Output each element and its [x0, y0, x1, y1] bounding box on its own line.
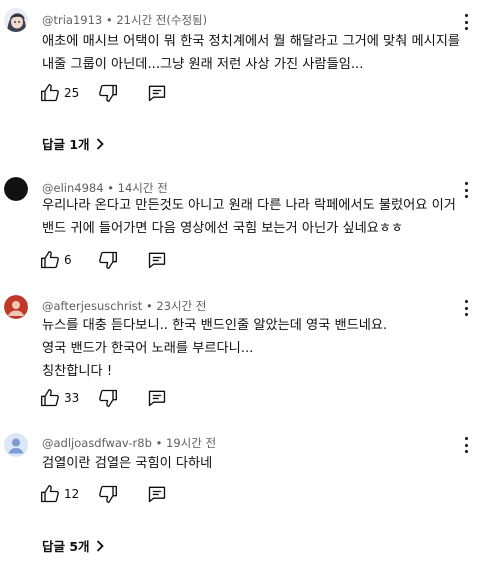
comment-text: 우리나라 온다고 만든것도 아니고 원래 다른 나라 락페에서도 불렀어요 이거…: [42, 198, 456, 236]
black-circle-avatar-icon: [4, 177, 28, 201]
comment-meta: @adljoasdfwav-r8b • 19시간 전: [42, 435, 216, 451]
dislike-button[interactable]: [98, 83, 118, 103]
meta-separator: •: [155, 436, 167, 450]
comment-meta: @afterjesuschrist • 23시간 전: [42, 298, 206, 314]
more-options-icon[interactable]: [460, 14, 472, 30]
comment-meta: @tria1913 • 21시간 전(수정됨): [42, 12, 207, 28]
meta-separator: •: [105, 13, 117, 27]
comment-reply-icon: [148, 85, 166, 102]
chevron-right-icon: [96, 539, 104, 552]
thumbs-up-icon: [41, 84, 59, 102]
like-button[interactable]: 25: [40, 83, 79, 103]
view-replies-button[interactable]: 답글 1개: [42, 134, 104, 153]
comment-reply-icon: [148, 390, 166, 407]
thumbs-up-icon: [41, 251, 59, 269]
comment-reply-icon: [148, 486, 166, 503]
reply-button[interactable]: [147, 250, 167, 270]
thumbs-down-icon: [99, 251, 118, 269]
dislike-button[interactable]: [98, 250, 118, 270]
like-button[interactable]: 33: [40, 388, 79, 408]
comment-author[interactable]: @adljoasdfwav-r8b: [42, 436, 152, 450]
comment-text: 애초에 매시브 어택이 뭐 한국 정치계에서 뭘 해달라고 그거에 맞춰 메시지…: [42, 34, 461, 72]
meta-separator: •: [107, 181, 118, 195]
replies-label: 답글 1개: [42, 137, 90, 152]
view-replies-button[interactable]: 답글 5개: [42, 536, 104, 555]
comment-author[interactable]: @afterjesuschrist: [42, 299, 142, 313]
comment-time: 23시간 전: [156, 299, 207, 313]
comment-author[interactable]: @tria1913: [42, 13, 102, 27]
comment-text: 뉴스를 대충 듣다보니.. 한국 밴드인줄 알았는데 영국 밴드네요. 영국 밴…: [42, 318, 388, 379]
avatar[interactable]: [4, 295, 28, 319]
comment-reply-icon: [148, 252, 166, 269]
comment-time: 19시간 전: [166, 436, 217, 450]
like-count: 25: [64, 86, 80, 100]
like-count: 12: [64, 487, 80, 501]
dislike-button[interactable]: [98, 484, 118, 504]
replies-label: 답글 5개: [42, 539, 90, 554]
comment-text: 검열이란 검열은 국힘이 다하네: [42, 456, 213, 471]
comment: @adljoasdfwav-r8b • 19시간 전 검열이란 검열은 국힘이 …: [0, 426, 480, 566]
reply-button[interactable]: [147, 83, 167, 103]
thumbs-down-icon: [99, 389, 118, 407]
comment-author[interactable]: @elin4984: [42, 181, 104, 195]
thumbs-down-icon: [99, 485, 118, 503]
comment: @elin4984 • 14시간 전 우리나라 온다고 만든것도 아니고 원래 …: [0, 170, 480, 280]
reply-button[interactable]: [147, 484, 167, 504]
like-button[interactable]: 6: [40, 250, 72, 270]
avatar[interactable]: [4, 433, 28, 457]
dislike-button[interactable]: [98, 388, 118, 408]
like-count: 33: [64, 391, 80, 405]
avatar[interactable]: [4, 8, 28, 32]
thumbs-up-icon: [41, 485, 59, 503]
thumbs-up-icon: [41, 389, 59, 407]
reply-button[interactable]: [147, 388, 167, 408]
anime-character-avatar-icon: [4, 8, 28, 32]
comment: @afterjesuschrist • 23시간 전 뉴스를 대충 듣다보니..…: [0, 288, 480, 418]
like-count: 6: [64, 253, 72, 267]
thumbs-down-icon: [99, 84, 118, 103]
comment-time: 21시간 전(수정됨): [116, 13, 208, 27]
more-options-icon[interactable]: [460, 437, 472, 453]
meta-separator: •: [145, 299, 157, 313]
blue-person-avatar-icon: [4, 433, 28, 457]
like-button[interactable]: 12: [40, 484, 79, 504]
red-avatar-icon: [4, 295, 28, 319]
comment: @tria1913 • 21시간 전(수정됨) 애초에 매시브 어택이 뭐 한국…: [0, 0, 480, 160]
chevron-right-icon: [96, 137, 104, 150]
avatar[interactable]: [4, 177, 28, 201]
comment-time: 14시간 전: [117, 181, 168, 195]
